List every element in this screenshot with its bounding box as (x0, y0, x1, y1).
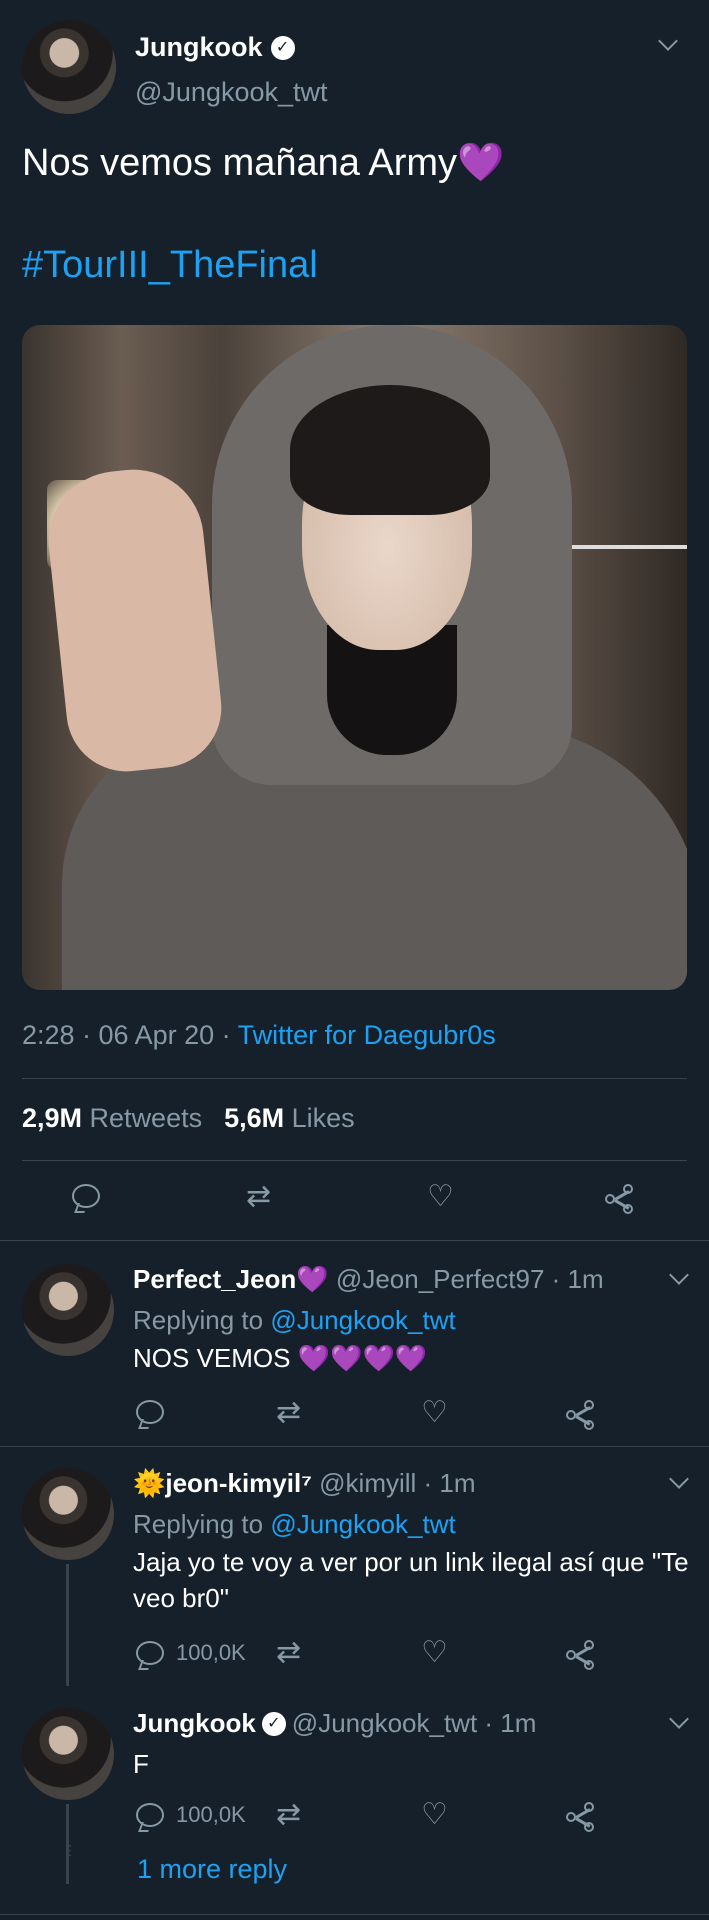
reply-count: 100,0K (176, 1640, 246, 1665)
main-tweet-header: Jungkook ✓ @Jungkook_twt (22, 20, 687, 114)
reply-button[interactable]: 100,0K (136, 1640, 246, 1666)
replying-to-prefix: Replying to (133, 1305, 271, 1335)
share-button[interactable] (605, 1184, 635, 1214)
avatar[interactable] (22, 1468, 114, 1560)
thread-dots: ⋮ (63, 1842, 77, 1858)
tweet-stats: 2,9M Retweets 5,6M Likes (22, 1103, 355, 1134)
retweet-icon: ⇄ (276, 1396, 302, 1429)
avatar[interactable] (22, 1708, 114, 1800)
photo-hair (290, 385, 490, 515)
likes-stat[interactable]: 5,6M Likes (224, 1103, 355, 1134)
share-icon (566, 1802, 596, 1832)
replying-to: Replying to @Jungkook_twt (133, 1506, 693, 1542)
verified-badge-icon: ✓ (270, 35, 295, 60)
divider (22, 1078, 687, 1079)
share-icon (566, 1400, 596, 1430)
retweet-icon: ⇄ (276, 1636, 302, 1669)
heart-icon: ♡ (421, 1396, 448, 1429)
photo-hand (41, 462, 228, 778)
retweet-button[interactable]: ⇄ (276, 1638, 301, 1668)
like-button[interactable]: ♡ (421, 1800, 448, 1830)
share-icon (566, 1640, 596, 1670)
reply-header: Jungkook ✓ @Jungkook_twt · 1m (133, 1708, 536, 1739)
tweet-text: Nos vemos mañana Army💜 (22, 138, 504, 188)
reply-actions: ⇄ ♡ (0, 1398, 709, 1432)
replying-to: Replying to @Jungkook_twt (133, 1302, 693, 1338)
reply-author-name[interactable]: Jungkook (133, 1708, 256, 1739)
author-handle[interactable]: @Jungkook_twt (135, 77, 328, 108)
chevron-down-icon[interactable] (658, 31, 678, 51)
hashtag-link[interactable]: #TourIII_TheFinal (22, 244, 318, 287)
heart-icon: ♡ (421, 1636, 448, 1669)
reply-header: Perfect_Jeon💜 @Jeon_Perfect97 · 1m (133, 1264, 604, 1295)
reply-author-handle[interactable]: @Jungkook_twt · 1m (292, 1708, 537, 1739)
replying-to-link[interactable]: @Jungkook_twt (270, 1305, 455, 1335)
reply-actions: 100,0K ⇄ ♡ (0, 1638, 709, 1672)
tweet-meta: 2:28 · 06 Apr 20 · Twitter for Daegubr0s (22, 1020, 496, 1051)
retweet-icon: ⇄ (246, 1180, 272, 1213)
share-button[interactable] (566, 1640, 596, 1670)
tweet-source-link[interactable]: Twitter for Daegubr0s (238, 1020, 496, 1050)
reply-author-handle[interactable]: @Jeon_Perfect97 · 1m (336, 1264, 604, 1294)
reply-icon (136, 1803, 164, 1827)
chevron-down-icon[interactable] (669, 1709, 689, 1729)
reply-author-name[interactable]: 🌞jeon-kimyil⁷ (133, 1468, 312, 1498)
tweet-photo[interactable] (22, 325, 687, 990)
retweets-label: Retweets (89, 1103, 203, 1133)
reply-text: NOS VEMOS 💜💜💜💜 (133, 1343, 428, 1373)
tweet-timestamp: 2:28 · 06 Apr 20 · (22, 1020, 238, 1050)
avatar[interactable] (22, 1264, 114, 1356)
reply-text: F (133, 1749, 149, 1779)
verified-badge-icon: ✓ (261, 1711, 286, 1736)
heart-icon: ♡ (427, 1180, 454, 1213)
tweet-text-body: Nos vemos mañana Army (22, 142, 458, 184)
like-button[interactable]: ♡ (421, 1398, 448, 1428)
chevron-down-icon[interactable] (669, 1469, 689, 1489)
like-button[interactable]: ♡ (427, 1182, 454, 1212)
reply-author-name[interactable]: Perfect_Jeon💜 (133, 1264, 329, 1294)
author-name[interactable]: Jungkook (135, 32, 263, 63)
main-actions: ⇄ ♡ (0, 1180, 709, 1220)
reply-header: 🌞jeon-kimyil⁷ @kimyill · 1m (133, 1468, 476, 1499)
likes-label: Likes (291, 1103, 355, 1133)
reply-icon (72, 1184, 100, 1208)
reply-button[interactable] (72, 1184, 100, 1208)
replying-to-link[interactable]: @Jungkook_twt (270, 1509, 455, 1539)
reply-icon (136, 1641, 164, 1665)
retweets-count: 2,9M (22, 1103, 83, 1133)
reply-author-handle[interactable]: @kimyill · 1m (319, 1468, 475, 1498)
like-button[interactable]: ♡ (421, 1638, 448, 1668)
retweet-icon: ⇄ (276, 1798, 302, 1831)
reply-tweet[interactable]: ⋮ Jungkook ✓ @Jungkook_twt · 1m F 100,0K… (0, 1686, 709, 1920)
reply-tweet[interactable]: 🌞jeon-kimyil⁷ @kimyill · 1m Replying to … (0, 1446, 709, 1686)
reply-button[interactable]: 100,0K (136, 1802, 246, 1828)
retweet-button[interactable]: ⇄ (276, 1800, 301, 1830)
retweet-button[interactable]: ⇄ (246, 1182, 271, 1212)
share-button[interactable] (566, 1802, 596, 1832)
heart-icon: ♡ (421, 1798, 448, 1831)
share-button[interactable] (566, 1400, 596, 1430)
avatar[interactable] (22, 20, 116, 114)
reply-actions: 100,0K ⇄ ♡ (0, 1800, 709, 1834)
author-name-row[interactable]: Jungkook ✓ (135, 32, 295, 63)
likes-count: 5,6M (224, 1103, 285, 1133)
reply-text: Jaja yo te voy a ver por un link ilegal … (133, 1547, 689, 1613)
reply-tweet[interactable]: Perfect_Jeon💜 @Jeon_Perfect97 · 1m Reply… (0, 1240, 709, 1446)
divider (22, 1160, 687, 1161)
divider (0, 1914, 709, 1915)
reply-count: 100,0K (176, 1802, 246, 1827)
purple-heart-emoji: 💜 (457, 142, 505, 184)
more-replies-link[interactable]: 1 more reply (137, 1854, 287, 1885)
reply-icon (136, 1400, 164, 1424)
retweet-button[interactable]: ⇄ (276, 1398, 301, 1428)
replying-to-prefix: Replying to (133, 1509, 271, 1539)
retweets-stat[interactable]: 2,9M Retweets (22, 1103, 202, 1134)
chevron-down-icon[interactable] (669, 1265, 689, 1285)
reply-button[interactable] (136, 1400, 164, 1424)
share-icon (605, 1184, 635, 1214)
